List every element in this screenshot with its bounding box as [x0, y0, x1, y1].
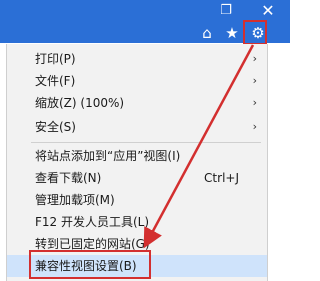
- annotation-arrow: [143, 44, 255, 249]
